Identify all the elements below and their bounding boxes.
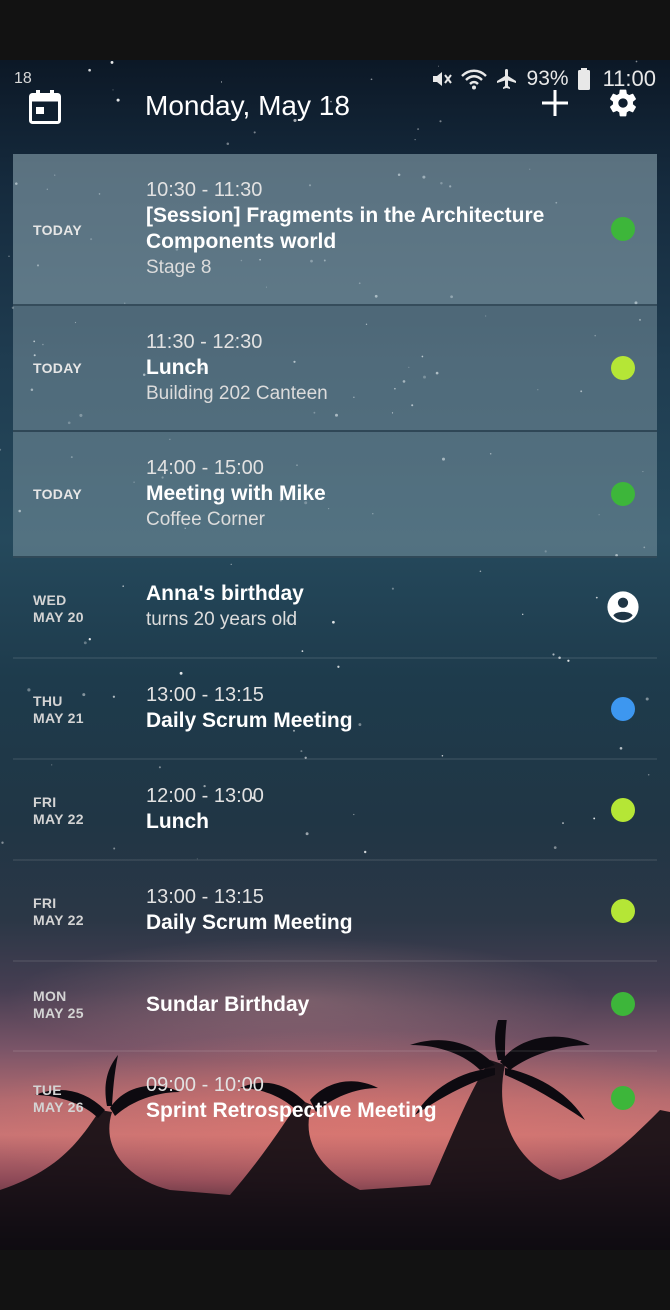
event-color-dot (611, 697, 635, 721)
plus-icon (542, 90, 568, 116)
event-day: TODAY (33, 222, 82, 238)
event-title: Lunch (146, 356, 209, 379)
event-title: [Session] Fragments in the Architecture … (146, 204, 545, 253)
event-date: MAY 22 (33, 811, 84, 827)
event-title: Anna's birthday (146, 582, 304, 605)
event-title: Meeting with Mike (146, 482, 326, 505)
event-row[interactable]: TODAY 10:30 - 11:30 [Session] Fragments … (13, 154, 657, 306)
event-color-dot (611, 217, 635, 241)
event-date: MAY 26 (33, 1099, 84, 1115)
event-color-dot (611, 482, 635, 506)
add-event-button[interactable] (531, 79, 579, 127)
event-time: 13:00 - 13:15 (146, 886, 264, 908)
event-date: MAY 21 (33, 710, 84, 726)
event-row[interactable]: FRI MAY 22 13:00 - 13:15 Daily Scrum Mee… (13, 861, 657, 962)
event-row[interactable]: TODAY 14:00 - 15:00 Meeting with Mike Co… (13, 432, 657, 558)
event-color-dot (611, 1086, 635, 1110)
event-weekday: WED (33, 592, 67, 608)
event-time: 12:00 - 13:00 (146, 785, 264, 807)
event-date: MAY 22 (33, 912, 84, 928)
event-location: Stage 8 (146, 257, 212, 278)
event-list: TODAY 10:30 - 11:30 [Session] Fragments … (13, 154, 657, 1152)
event-date: MAY 25 (33, 1005, 84, 1021)
event-weekday: TUE (33, 1082, 62, 1098)
event-day: TODAY (33, 486, 82, 502)
event-time: 11:30 - 12:30 (146, 331, 263, 353)
event-row[interactable]: MON MAY 25 Sundar Birthday (13, 962, 657, 1052)
event-location: Coffee Corner (146, 509, 265, 530)
person-icon (607, 591, 639, 623)
calendar-button[interactable] (21, 83, 69, 131)
event-weekday: FRI (33, 895, 57, 911)
event-row[interactable]: TODAY 11:30 - 12:30 Lunch Building 202 C… (13, 306, 657, 432)
event-row[interactable]: WED MAY 20 Anna's birthday turns 20 year… (13, 558, 657, 659)
event-weekday: MON (33, 988, 67, 1004)
event-color-dot (611, 992, 635, 1016)
event-time: 09:00 - 10:00 (146, 1074, 264, 1096)
event-location: turns 20 years old (146, 609, 298, 630)
event-time: 13:00 - 13:15 (146, 684, 264, 706)
settings-button[interactable] (599, 79, 647, 127)
current-date-title[interactable]: Monday, May 18 (145, 90, 350, 122)
event-row[interactable]: TUE MAY 26 09:00 - 10:00 Sprint Retrospe… (13, 1052, 657, 1152)
event-title: Daily Scrum Meeting (146, 709, 353, 732)
calendar-icon (29, 90, 61, 124)
event-weekday: FRI (33, 794, 57, 810)
event-row[interactable]: THU MAY 21 13:00 - 13:15 Daily Scrum Mee… (13, 659, 657, 760)
event-title: Sundar Birthday (146, 993, 310, 1016)
event-title: Sprint Retrospective Meeting (146, 1099, 437, 1122)
event-color-dot (611, 798, 635, 822)
event-time: 14:00 - 15:00 (146, 457, 264, 479)
event-color-dot (611, 356, 635, 380)
event-date: MAY 20 (33, 609, 84, 625)
event-title: Daily Scrum Meeting (146, 911, 353, 934)
event-weekday: THU (33, 693, 63, 709)
gear-icon (610, 89, 636, 117)
event-time: 10:30 - 11:30 (146, 179, 263, 201)
event-color-dot (611, 899, 635, 923)
event-day: TODAY (33, 360, 82, 376)
event-title: Lunch (146, 810, 209, 833)
event-row[interactable]: FRI MAY 22 12:00 - 13:00 Lunch (13, 760, 657, 861)
event-location: Building 202 Canteen (146, 383, 328, 404)
widget-header: Monday, May 18 (13, 60, 657, 154)
